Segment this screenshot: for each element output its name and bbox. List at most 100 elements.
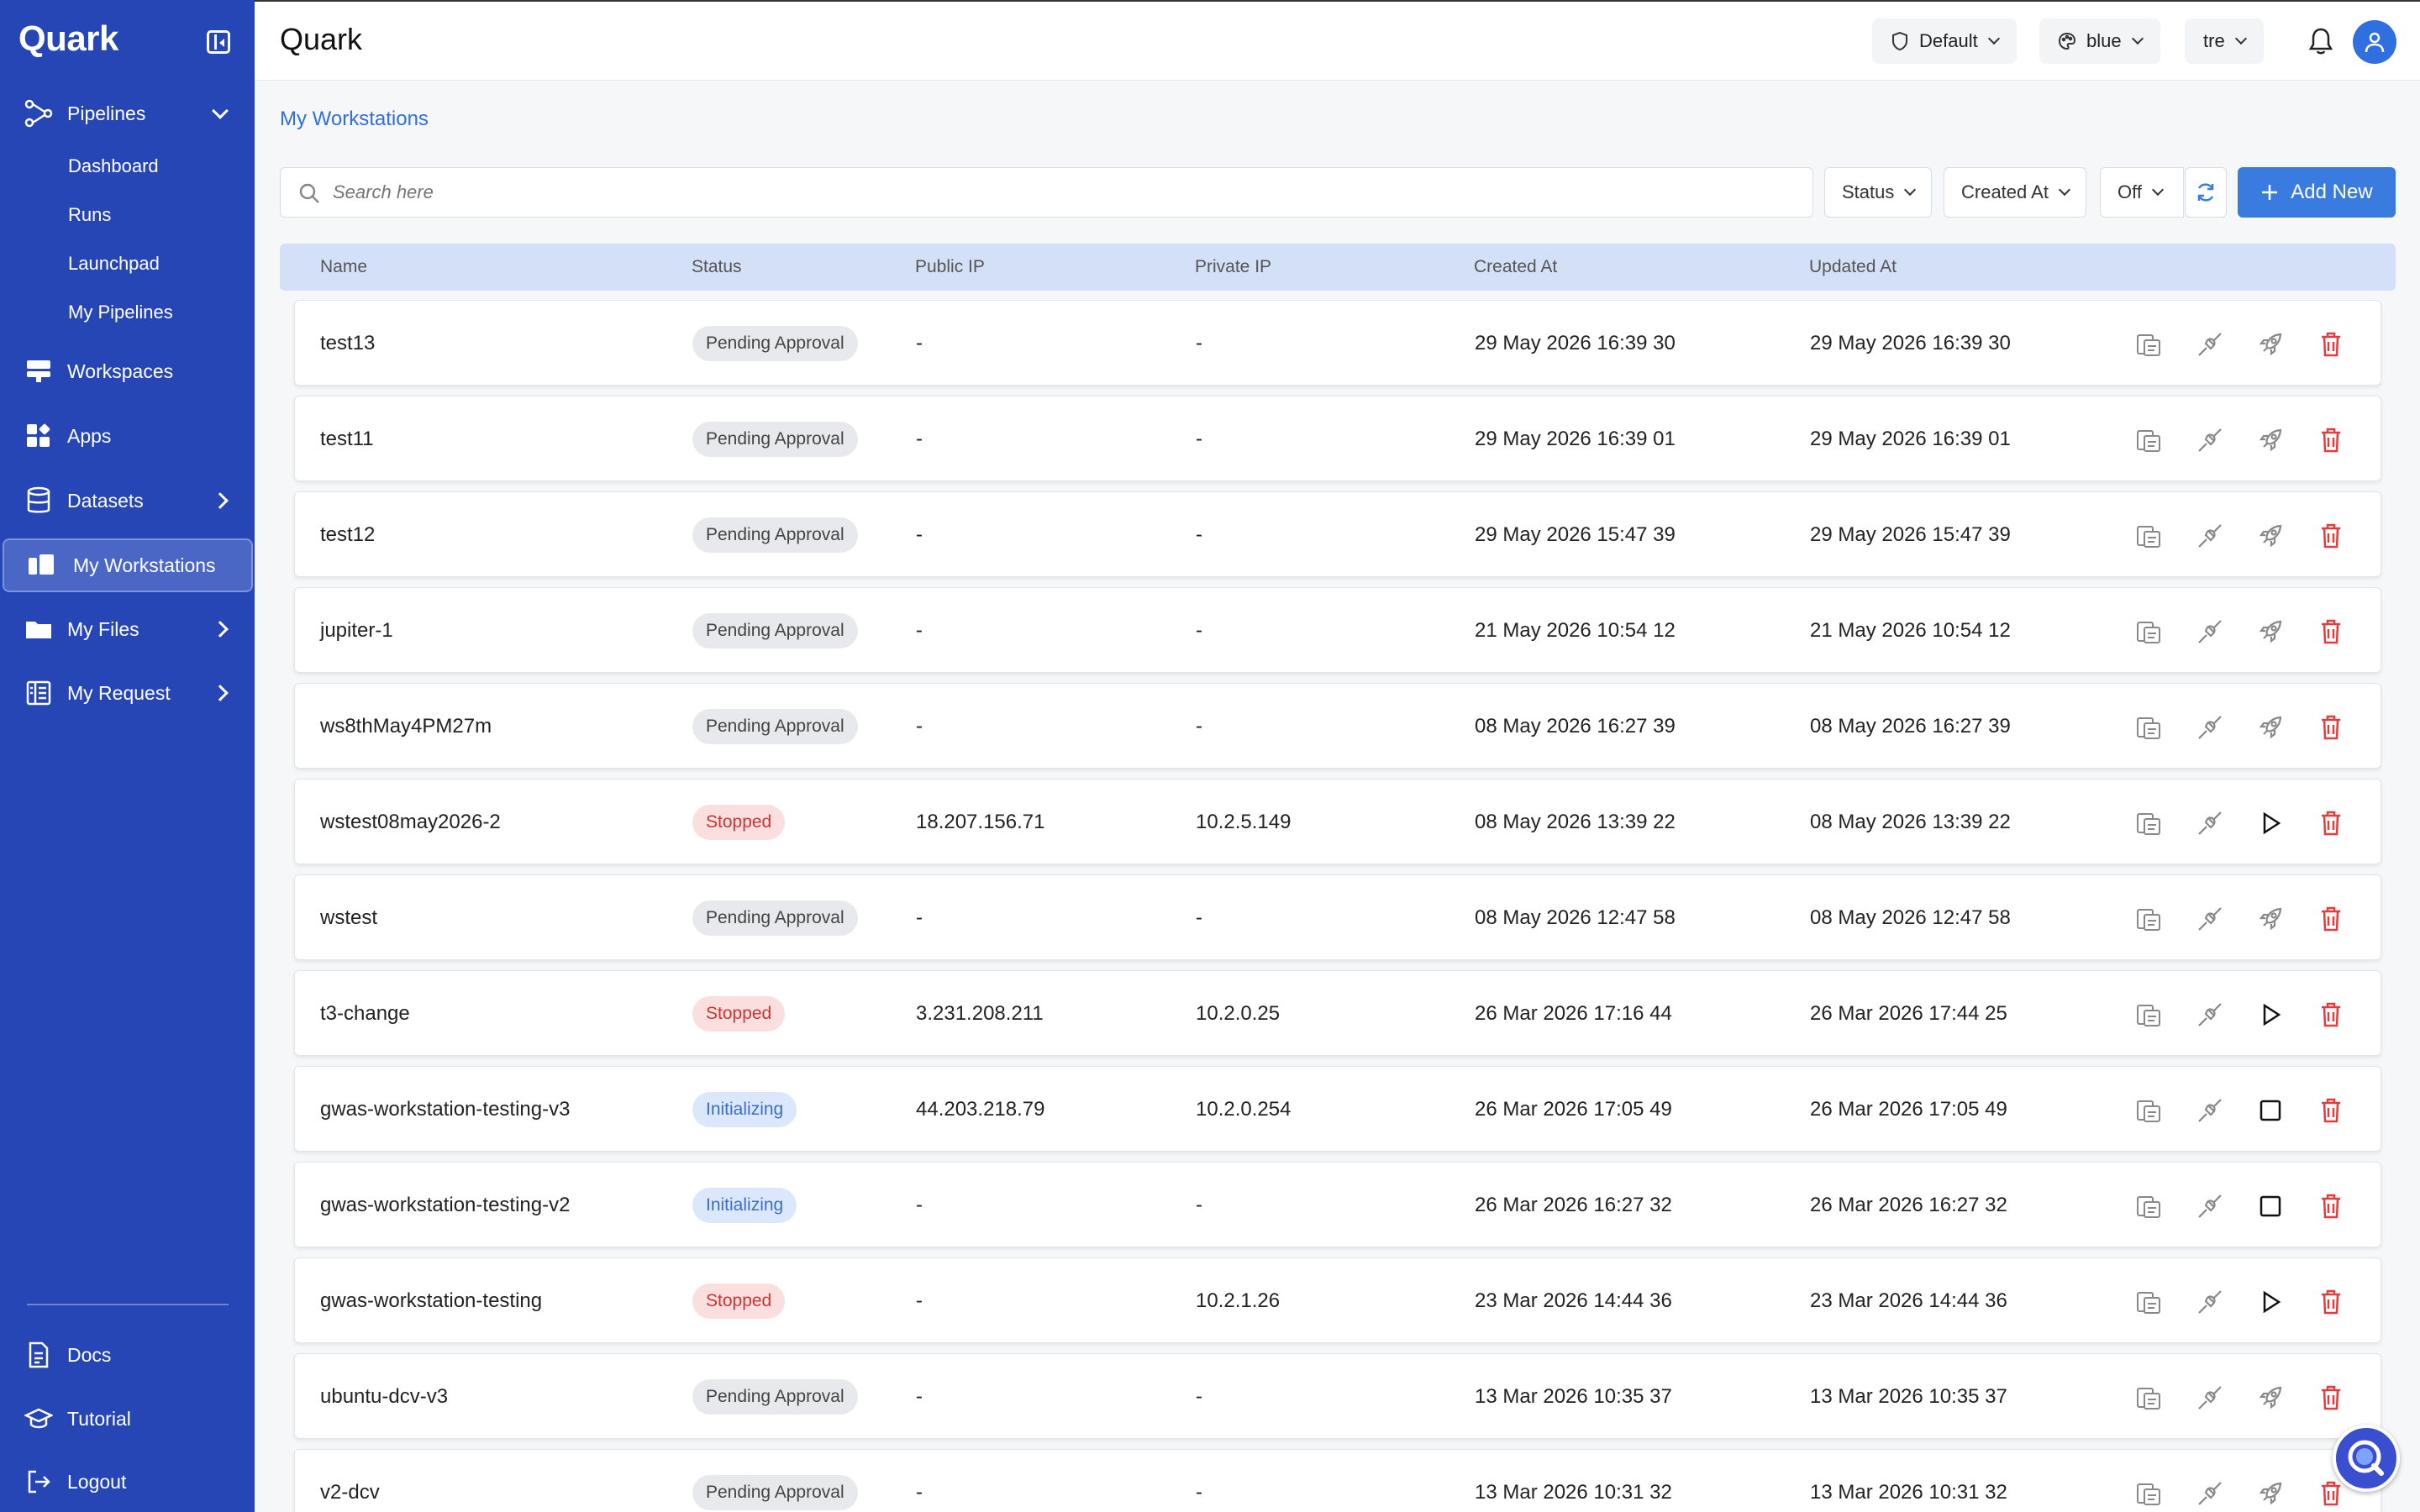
delete-icon[interactable]	[2317, 1000, 2345, 1029]
refresh-button[interactable]	[2185, 167, 2227, 218]
start-icon[interactable]	[2256, 1000, 2285, 1029]
connect-icon[interactable]	[2196, 426, 2224, 454]
delete-icon[interactable]	[2317, 522, 2345, 550]
workstation-name[interactable]: gwas-workstation-testing-v3	[320, 1098, 570, 1121]
sidebar-item-launchpad[interactable]: Launchpad	[68, 253, 160, 275]
copy-icon[interactable]	[2135, 905, 2164, 933]
sidebar-item-runs[interactable]: Runs	[68, 204, 111, 226]
sidebar-item-my-request[interactable]: My Request	[0, 666, 255, 720]
connect-icon[interactable]	[2196, 1383, 2224, 1412]
launch-icon[interactable]	[2256, 426, 2285, 454]
copy-icon[interactable]	[2135, 522, 2164, 550]
auto-refresh-dropdown[interactable]: Off	[2100, 167, 2184, 218]
sidebar-item-my-files[interactable]: My Files	[0, 602, 255, 656]
delete-icon[interactable]	[2317, 1192, 2345, 1221]
table-row[interactable]: jupiter-1 Pending Approval - - 21 May 2026 1…	[294, 587, 2381, 673]
workstation-name[interactable]: wstest08may2026-2	[320, 811, 501, 834]
workstation-name[interactable]: t3-change	[320, 1002, 410, 1026]
copy-icon[interactable]	[2135, 1288, 2164, 1316]
status-filter[interactable]: Status	[1824, 167, 1933, 218]
sidebar-item-apps[interactable]: Apps	[0, 409, 255, 463]
table-row[interactable]: t3-change Stopped 3.231.208.211 10.2.0.25 26…	[294, 970, 2381, 1056]
sidebar-item-tutorial[interactable]: Tutorial	[0, 1392, 255, 1446]
delete-icon[interactable]	[2317, 905, 2345, 933]
workstation-name[interactable]: test12	[320, 523, 375, 547]
launch-icon[interactable]	[2256, 522, 2285, 550]
sidebar-item-my-workstations[interactable]: My Workstations	[3, 538, 253, 592]
sidebar-item-my-pipelines[interactable]: My Pipelines	[68, 302, 173, 323]
table-row[interactable]: gwas-workstation-testing Stopped - 10.2.1.2…	[294, 1257, 2381, 1343]
workstation-name[interactable]: v2-dcv	[320, 1481, 380, 1504]
table-row[interactable]: gwas-workstation-testing-v3 Initializing 4…	[294, 1066, 2381, 1152]
copy-icon[interactable]	[2135, 1383, 2164, 1412]
copy-icon[interactable]	[2135, 330, 2164, 359]
copy-icon[interactable]	[2135, 1096, 2164, 1125]
breadcrumb[interactable]: My Workstations	[280, 108, 429, 131]
table-row[interactable]: v2-dcv Pending Approval - - 13 Mar 2026 10:3…	[294, 1449, 2381, 1512]
sidebar-item-datasets[interactable]: Datasets	[0, 474, 255, 528]
start-icon[interactable]	[2256, 1288, 2285, 1316]
stop-icon[interactable]	[2256, 1096, 2285, 1125]
sidebar-item-logout[interactable]: Logout	[0, 1455, 255, 1509]
sidebar-item-docs[interactable]: Docs	[0, 1328, 255, 1382]
workstation-name[interactable]: wstest	[320, 906, 377, 930]
launch-icon[interactable]	[2256, 905, 2285, 933]
column-header-private-ip[interactable]: Private IP	[1195, 257, 1271, 277]
delete-icon[interactable]	[2317, 809, 2345, 837]
avatar[interactable]	[2353, 20, 2396, 64]
theme-dropdown[interactable]: blue	[2039, 18, 2160, 64]
connect-icon[interactable]	[2196, 330, 2224, 359]
workstation-name[interactable]: test13	[320, 332, 375, 355]
table-row[interactable]: test13 Pending Approval - - 29 May 2026 16:3…	[294, 300, 2381, 386]
table-row[interactable]: wstest Pending Approval - - 08 May 2026 12:4…	[294, 874, 2381, 960]
created-at-sort[interactable]: Created At	[1944, 167, 2086, 218]
delete-icon[interactable]	[2317, 713, 2345, 742]
copy-icon[interactable]	[2135, 1000, 2164, 1029]
copy-icon[interactable]	[2135, 1192, 2164, 1221]
connect-icon[interactable]	[2196, 713, 2224, 742]
copy-icon[interactable]	[2135, 809, 2164, 837]
connect-icon[interactable]	[2196, 905, 2224, 933]
column-header-public-ip[interactable]: Public IP	[915, 257, 985, 277]
connect-icon[interactable]	[2196, 809, 2224, 837]
sidebar-item-dashboard[interactable]: Dashboard	[68, 155, 159, 177]
workstation-name[interactable]: gwas-workstation-testing	[320, 1289, 542, 1313]
connect-icon[interactable]	[2196, 617, 2224, 646]
copy-icon[interactable]	[2135, 713, 2164, 742]
connect-icon[interactable]	[2196, 522, 2224, 550]
delete-icon[interactable]	[2317, 617, 2345, 646]
table-row[interactable]: test12 Pending Approval - - 29 May 2026 15:4…	[294, 491, 2381, 577]
stop-icon[interactable]	[2256, 1192, 2285, 1221]
launch-icon[interactable]	[2256, 1479, 2285, 1508]
table-row[interactable]: wstest08may2026-2 Stopped 18.207.156.71 10.…	[294, 779, 2381, 864]
workstation-name[interactable]: ubuntu-dcv-v3	[320, 1385, 448, 1409]
start-icon[interactable]	[2256, 809, 2285, 837]
connect-icon[interactable]	[2196, 1288, 2224, 1316]
connect-icon[interactable]	[2196, 1479, 2224, 1508]
connect-icon[interactable]	[2196, 1000, 2224, 1029]
assistant-chat-button[interactable]	[2333, 1425, 2400, 1492]
column-header-updated-at[interactable]: Updated At	[1809, 257, 1897, 277]
delete-icon[interactable]	[2317, 330, 2345, 359]
org-dropdown[interactable]: tre	[2185, 18, 2264, 64]
column-header-status[interactable]: Status	[692, 257, 742, 277]
delete-icon[interactable]	[2317, 426, 2345, 454]
table-row[interactable]: test11 Pending Approval - - 29 May 2026 16:3…	[294, 396, 2381, 481]
copy-icon[interactable]	[2135, 426, 2164, 454]
launch-icon[interactable]	[2256, 713, 2285, 742]
copy-icon[interactable]	[2135, 1479, 2164, 1508]
launch-icon[interactable]	[2256, 617, 2285, 646]
column-header-name[interactable]: Name	[320, 257, 367, 277]
search-input[interactable]	[333, 181, 1761, 203]
collapse-sidebar-icon[interactable]	[207, 30, 230, 54]
launch-icon[interactable]	[2256, 1383, 2285, 1412]
add-new-button[interactable]: Add New	[2238, 167, 2396, 218]
connect-icon[interactable]	[2196, 1096, 2224, 1125]
workstation-name[interactable]: ws8thMay4PM27m	[320, 715, 492, 738]
launch-icon[interactable]	[2256, 330, 2285, 359]
delete-icon[interactable]	[2317, 1288, 2345, 1316]
profile-dropdown[interactable]: Default	[1872, 18, 2017, 64]
table-row[interactable]: gwas-workstation-testing-v2 Initializing -…	[294, 1162, 2381, 1247]
sidebar-item-pipelines[interactable]: Pipelines	[0, 87, 255, 140]
workstation-name[interactable]: test11	[320, 428, 374, 451]
